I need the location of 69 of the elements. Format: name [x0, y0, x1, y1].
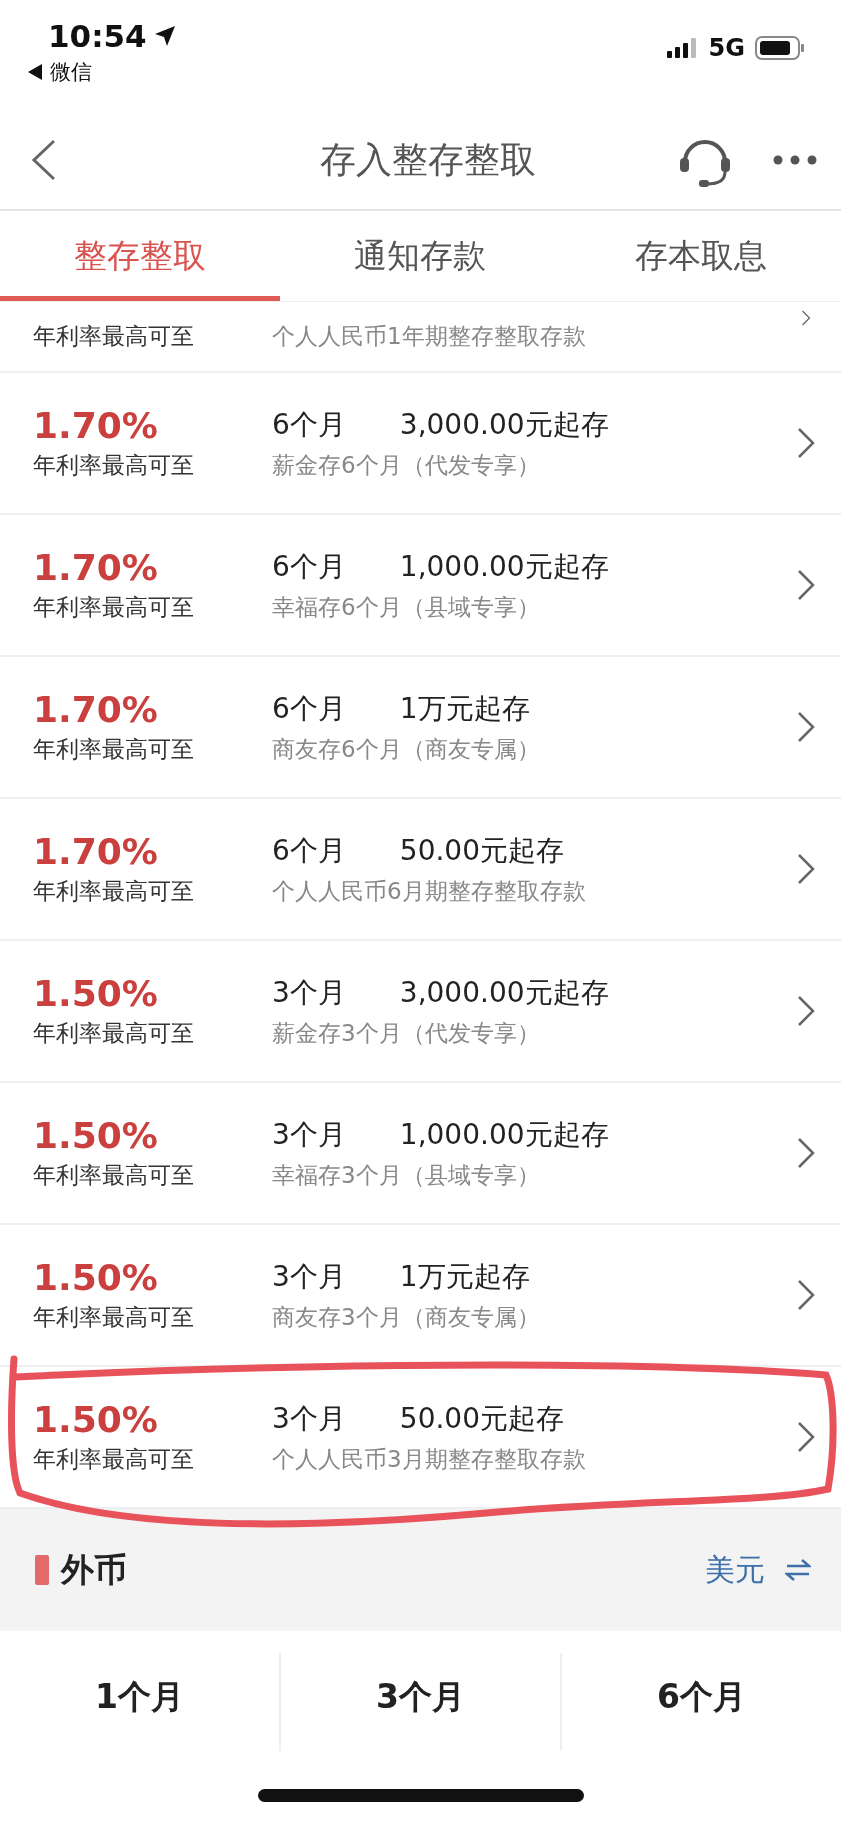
term: 3个月 — [272, 1258, 346, 1295]
term: 3个月 — [272, 974, 346, 1011]
term-column-header: 6个月 — [657, 1676, 746, 1718]
rate-label: 年利率最高可至 — [33, 1445, 195, 1474]
product-description: 个人人民币1年期整存整取存款 — [272, 322, 587, 351]
minimum-deposit: 50.00元起存 — [399, 832, 564, 869]
more-icon[interactable] — [773, 155, 817, 165]
interest-rate: 1.70% — [33, 547, 159, 588]
product-description: 个人人民币3月期整存整取存款 — [272, 1444, 587, 1474]
tab[interactable]: 通知存款 — [280, 211, 561, 301]
term: 6个月 — [272, 406, 346, 443]
term-column-header: 1个月 — [95, 1676, 184, 1718]
swap-icon[interactable] — [785, 1559, 811, 1581]
tab[interactable]: 存本取息 — [560, 211, 841, 301]
minimum-deposit: 1万元起存 — [399, 1258, 530, 1295]
product-description: 幸福存3个月（县域专享） — [272, 1160, 541, 1190]
product-description: 个人人民币6月期整存整取存款 — [272, 876, 587, 906]
interest-rate: 1.70% — [33, 689, 159, 730]
interest-rate: 1.70% — [33, 831, 159, 872]
interest-rate: 1.70% — [33, 405, 159, 446]
interest-rate: 1.50% — [33, 973, 159, 1014]
rate-label: 年利率最高可至 — [33, 1019, 195, 1048]
rate-label: 年利率最高可至 — [33, 451, 195, 480]
rate-label: 年利率最高可至 — [33, 593, 195, 622]
term: 6个月 — [272, 832, 346, 869]
product-description: 商友存3个月（商友专属） — [272, 1302, 541, 1332]
minimum-deposit: 50.00元起存 — [399, 1400, 564, 1437]
tab[interactable]: 整存整取 — [0, 211, 281, 301]
minimum-deposit: 1,000.00元起存 — [399, 548, 609, 585]
page-title: 存入整存整取 — [319, 137, 536, 182]
section-marker-icon — [35, 1555, 49, 1585]
back-triangle-icon[interactable] — [28, 64, 42, 80]
battery-icon — [755, 36, 805, 60]
interest-rate: 1.50% — [33, 1399, 159, 1440]
term: 6个月 — [272, 548, 346, 585]
time: 10:54 — [48, 18, 147, 54]
minimum-deposit: 3,000.00元起存 — [399, 406, 609, 443]
minimum-deposit: 1万元起存 — [399, 690, 530, 727]
term: 6个月 — [272, 690, 346, 727]
section-title: 外币 — [61, 1548, 127, 1591]
term: 3个月 — [272, 1116, 346, 1153]
product-description: 幸福存6个月（县域专享） — [272, 592, 541, 622]
product-description: 商友存6个月（商友专属） — [272, 734, 541, 764]
rate-label: 年利率最高可至 — [33, 322, 195, 351]
chevron-icon[interactable] — [797, 1421, 815, 1453]
chevron-icon[interactable] — [797, 1137, 815, 1169]
chevron-icon[interactable] — [797, 853, 815, 885]
term-column-header: 3个月 — [376, 1676, 465, 1718]
rate-label: 年利率最高可至 — [33, 1303, 195, 1332]
interest-rate: 1.50% — [33, 1257, 159, 1298]
product-description: 薪金存6个月（代发专享） — [272, 450, 541, 480]
chevron-icon[interactable] — [797, 711, 815, 743]
chevron-icon[interactable] — [797, 569, 815, 601]
signal-icon — [666, 38, 699, 58]
chevron-icon[interactable] — [797, 995, 815, 1027]
chevron-icon[interactable] — [797, 427, 815, 459]
currency-selector[interactable]: 美元 — [705, 1549, 765, 1591]
minimum-deposit: 3,000.00元起存 — [399, 974, 609, 1011]
network-label: 5G — [708, 34, 745, 62]
product-description: 薪金存3个月（代发专享） — [272, 1018, 541, 1048]
chevron-icon[interactable] — [797, 1279, 815, 1311]
back-app-label[interactable]: 微信 — [50, 58, 92, 86]
rate-label: 年利率最高可至 — [33, 735, 195, 764]
term: 3个月 — [272, 1400, 346, 1437]
interest-rate: 1.50% — [33, 1115, 159, 1156]
rate-label: 年利率最高可至 — [33, 1161, 195, 1190]
rate-label: 年利率最高可至 — [33, 877, 195, 906]
back-icon[interactable] — [30, 138, 58, 182]
minimum-deposit: 1,000.00元起存 — [399, 1116, 609, 1153]
